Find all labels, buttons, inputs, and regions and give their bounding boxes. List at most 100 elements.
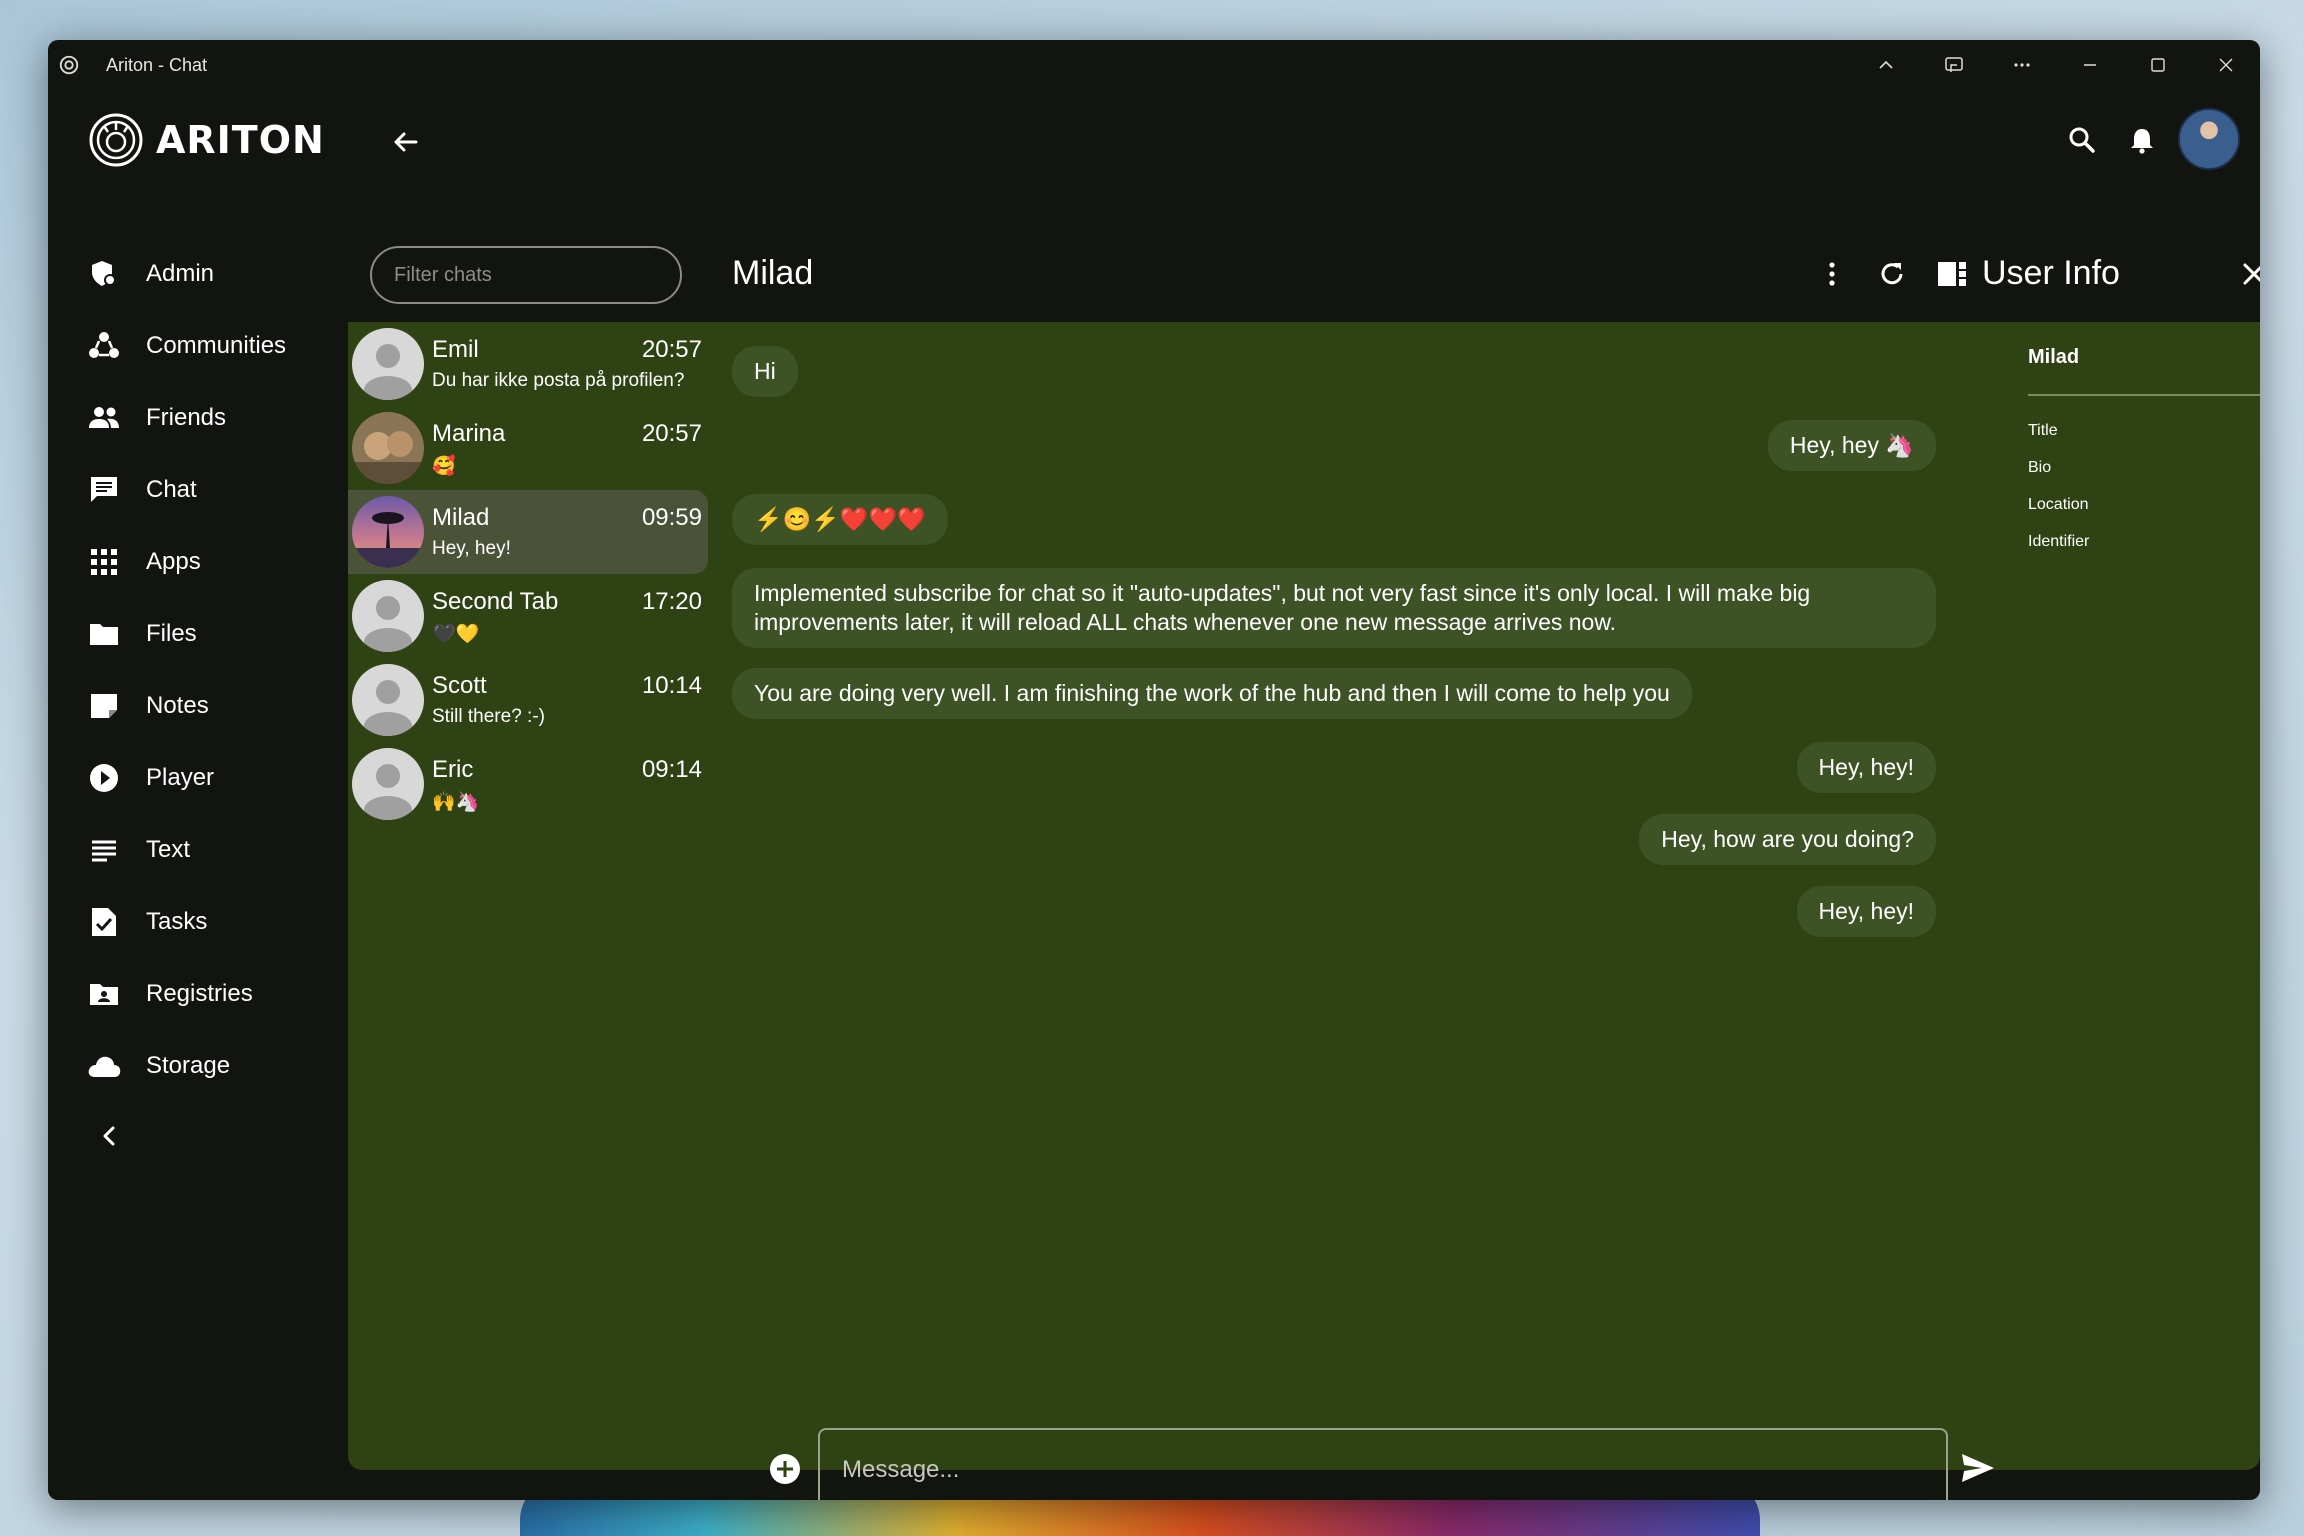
chat-list-item-second-tab[interactable]: Second Tab 17:20 🖤💛 xyxy=(348,574,708,658)
sidebar-item-label: Storage xyxy=(146,1052,231,1079)
message-input[interactable] xyxy=(818,1428,1948,1500)
sidebar-item-label: Tasks xyxy=(146,908,208,935)
refresh-icon[interactable] xyxy=(1870,252,1914,296)
message-bubble-outgoing: Hey, hey! xyxy=(1796,742,1936,793)
chat-name: Marina xyxy=(432,420,506,447)
registry-folder-icon xyxy=(84,974,124,1014)
sidebar-item-text[interactable]: Text xyxy=(84,820,190,880)
app-window: Ariton - Chat ARITON Admin Communities F… xyxy=(48,40,2260,1500)
chat-time: 10:14 xyxy=(641,672,702,699)
conversation-title: Milad xyxy=(732,254,814,292)
sidebar-item-label: Files xyxy=(146,620,197,647)
maximize-button[interactable] xyxy=(2124,40,2192,90)
more-vertical-icon[interactable] xyxy=(1810,252,1854,296)
sidebar-item-label: Admin xyxy=(146,260,215,287)
search-icon[interactable] xyxy=(2060,118,2104,162)
minimize-button[interactable] xyxy=(2056,40,2124,90)
window-title: Ariton - Chat xyxy=(106,54,208,75)
chat-preview: 🙌🦄 xyxy=(432,792,480,813)
sidebar-item-label: Apps xyxy=(146,548,201,575)
chat-name: Scott xyxy=(432,672,487,699)
default-avatar-icon xyxy=(352,748,424,820)
message-bubble-outgoing: Hey, how are you doing? xyxy=(1639,814,1936,865)
chevron-up-icon[interactable] xyxy=(1852,40,1920,90)
sidebar-item-admin[interactable]: Admin xyxy=(84,244,214,304)
send-icon[interactable] xyxy=(1958,1448,2002,1492)
sidebar-item-apps[interactable]: Apps xyxy=(84,532,201,592)
chat-list-item-scott[interactable]: Scott 10:14 Still there? :-) xyxy=(348,658,708,742)
apps-grid-icon xyxy=(84,542,124,582)
chat-name: Eric xyxy=(432,756,474,783)
chat-preview: Hey, hey! xyxy=(432,538,511,559)
sidebar-item-label: Friends xyxy=(146,404,227,431)
bell-icon[interactable] xyxy=(2120,118,2164,162)
sidebar-item-communities[interactable]: Communities xyxy=(84,316,286,376)
cast-icon[interactable] xyxy=(1920,40,1988,90)
default-avatar-icon xyxy=(352,580,424,652)
chat-icon xyxy=(84,470,124,510)
sidebar-item-tasks[interactable]: Tasks xyxy=(84,892,207,952)
default-avatar-icon xyxy=(352,664,424,736)
divider xyxy=(2028,394,2260,396)
chat-list-item-emil[interactable]: Emil 20:57 Du har ikke posta på profilen… xyxy=(348,322,708,406)
sidebar-item-chat[interactable]: Chat xyxy=(84,460,197,520)
app-header: ARITON xyxy=(48,90,2260,190)
user-info-name: Milad xyxy=(2028,346,2080,368)
message-bubble-outgoing: Hey, hey 🦄 xyxy=(1767,420,1936,471)
default-avatar-icon xyxy=(352,328,424,400)
add-attachment-icon[interactable] xyxy=(768,1452,802,1486)
toggle-panel-icon[interactable] xyxy=(1930,252,1974,296)
friends-icon xyxy=(84,398,124,438)
chat-time: 09:59 xyxy=(641,504,702,531)
collapse-sidebar-icon[interactable] xyxy=(88,1114,132,1158)
message-thread: Hi Hey, hey 🦄 ⚡😊⚡❤️❤️❤️ Implemented subs… xyxy=(732,322,1936,1322)
chat-list: Emil 20:57 Du har ikke posta på profilen… xyxy=(348,322,708,826)
close-icon[interactable] xyxy=(2232,252,2260,296)
cloud-icon xyxy=(84,1046,124,1086)
message-bubble-incoming: Implemented subscribe for chat so it "au… xyxy=(732,568,1936,648)
message-bubble-incoming: Hi xyxy=(732,346,798,397)
sidebar-item-label: Text xyxy=(146,836,191,863)
chat-list-item-milad[interactable]: Milad 09:59 Hey, hey! xyxy=(348,490,708,574)
sidebar-item-label: Notes xyxy=(146,692,209,719)
close-window-button[interactable] xyxy=(2192,40,2260,90)
sidebar-nav: Admin Communities Friends Chat Apps File… xyxy=(48,190,348,1500)
user-info-field-title: Title xyxy=(2028,422,2058,439)
filter-chats-input[interactable] xyxy=(370,246,682,304)
ariton-logo-icon xyxy=(89,113,143,167)
user-info-field-bio: Bio xyxy=(2028,459,2052,476)
sidebar-item-notes[interactable]: Notes xyxy=(84,676,209,736)
folder-icon xyxy=(84,614,124,654)
chat-preview: Du har ikke posta på profilen? xyxy=(432,370,685,391)
chat-time: 17:20 xyxy=(641,588,702,615)
chat-list-item-eric[interactable]: Eric 09:14 🙌🦄 xyxy=(348,742,708,826)
chat-name: Milad xyxy=(432,504,490,531)
more-horizontal-icon[interactable] xyxy=(1988,40,2056,90)
user-info-field-location: Location xyxy=(2028,496,2089,513)
user-info-title: User Info xyxy=(1982,254,2120,292)
back-arrow-icon[interactable] xyxy=(384,120,428,164)
photo-avatar xyxy=(352,412,424,484)
brand-name: ARITON xyxy=(156,118,325,162)
user-info-field-identifier: Identifier xyxy=(2028,533,2090,550)
sidebar-item-label: Registries xyxy=(146,980,253,1007)
note-icon xyxy=(84,686,124,726)
sidebar-item-registries[interactable]: Registries xyxy=(84,964,253,1024)
photo-avatar xyxy=(352,496,424,568)
chat-list-item-marina[interactable]: Marina 20:57 🥰 xyxy=(348,406,708,490)
user-avatar[interactable] xyxy=(2178,108,2240,170)
chat-name: Emil xyxy=(432,336,479,363)
task-check-icon xyxy=(84,902,124,942)
communities-icon xyxy=(84,326,124,366)
sidebar-item-player[interactable]: Player xyxy=(84,748,214,808)
main-panel: Milad User Info Emil 20:57 Du har ikke p… xyxy=(348,190,2260,1500)
sidebar-item-files[interactable]: Files xyxy=(84,604,197,664)
sidebar-item-storage[interactable]: Storage xyxy=(84,1036,230,1096)
chat-time: 20:57 xyxy=(641,420,702,447)
sidebar-item-label: Player xyxy=(146,764,215,791)
sidebar-item-friends[interactable]: Friends xyxy=(84,388,226,448)
title-bar: Ariton - Chat xyxy=(48,40,2260,90)
app-logo-icon xyxy=(59,55,79,75)
brand-logo[interactable]: ARITON xyxy=(88,112,325,168)
chat-name: Second Tab xyxy=(432,588,559,615)
